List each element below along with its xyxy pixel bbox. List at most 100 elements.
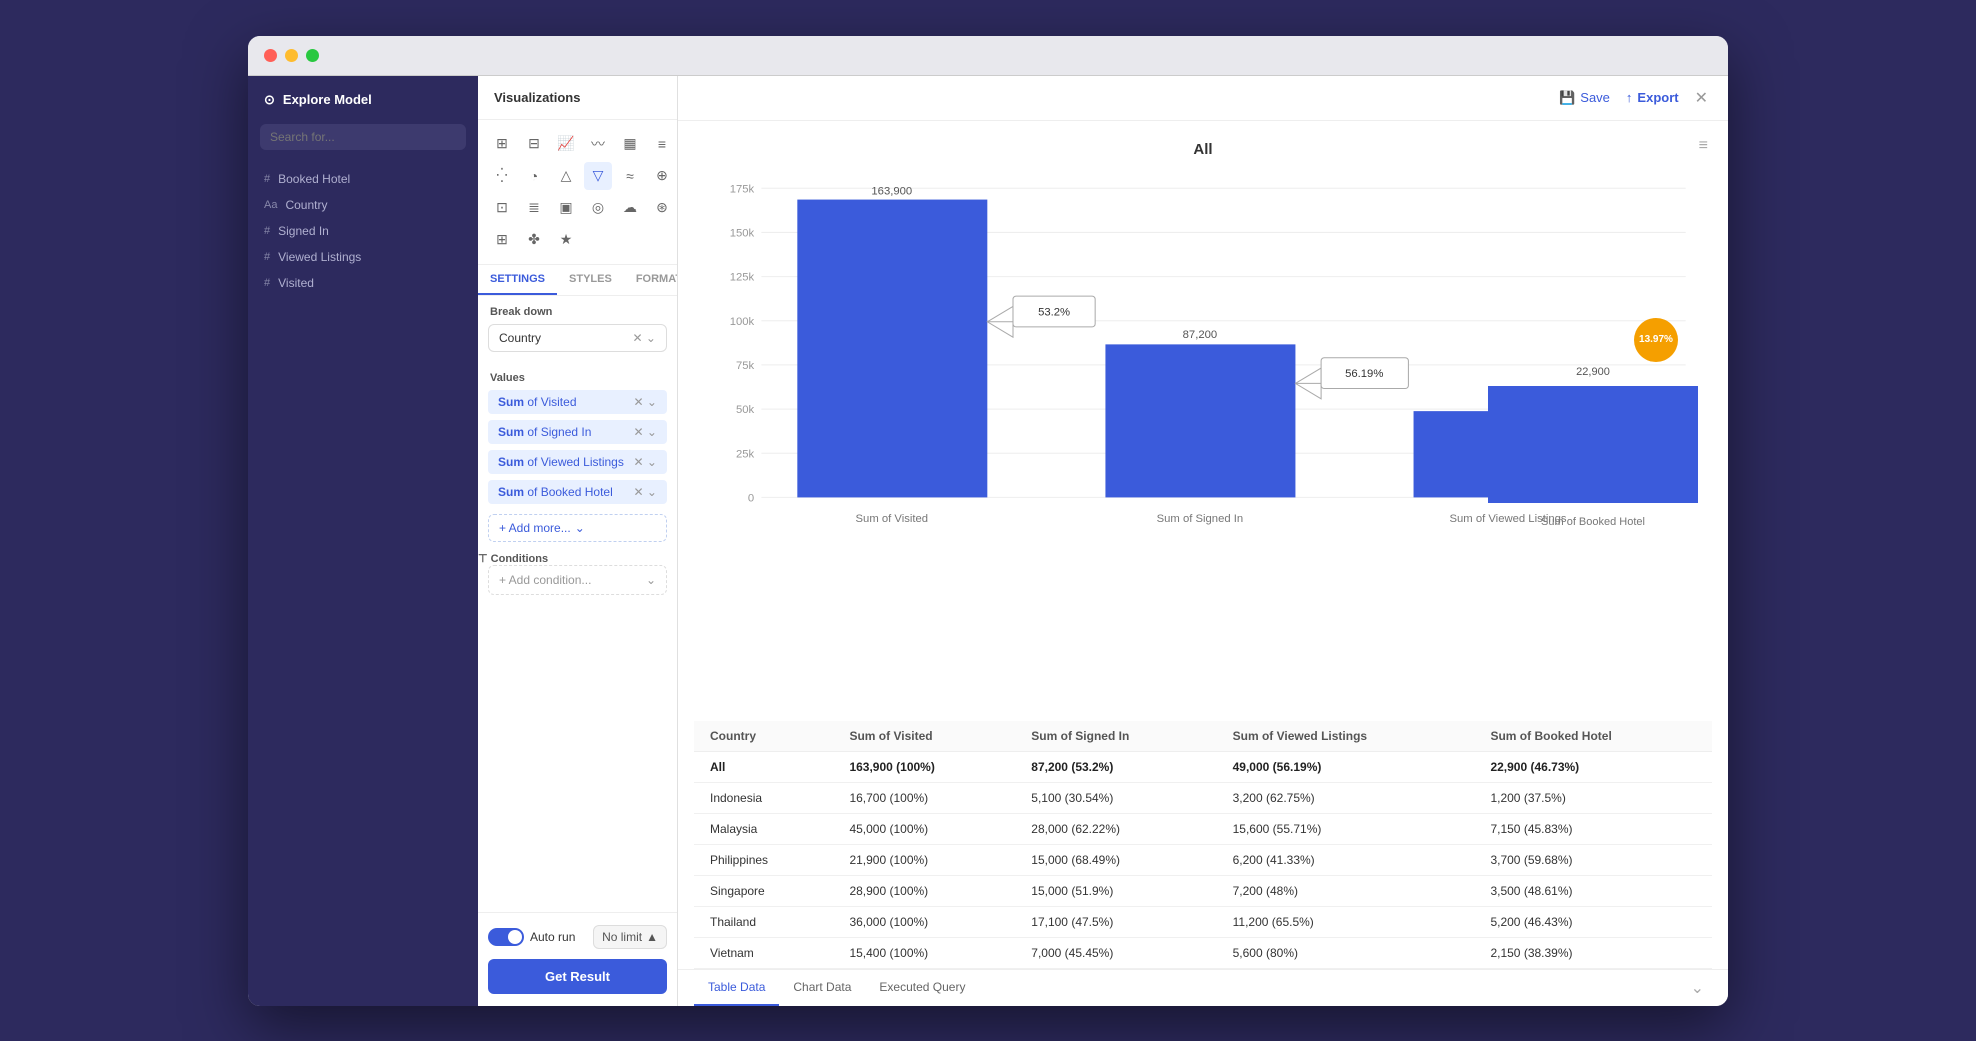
chart-area: All ≡ 175k 150k 125k 100k 75k 50k 25k 0 <box>678 121 1728 721</box>
field-tag-visited[interactable]: Sum of Visited✕ ⌄ <box>488 390 667 414</box>
map-icon[interactable]: ⊕ <box>648 162 676 190</box>
table-row: Indonesia 16,700 (100%) 5,100 (30.54%) 3… <box>694 782 1712 813</box>
area-chart-icon[interactable]: 〰 <box>584 130 612 158</box>
waterfall-icon[interactable]: ≈ <box>616 162 644 190</box>
bar-chart-icon[interactable]: ▦ <box>616 130 644 158</box>
main-window: ⊙ Explore Model #Booked HotelAaCountry#S… <box>248 36 1728 1006</box>
settings-viz-icon[interactable]: ✤ <box>520 226 548 254</box>
pivot-icon[interactable]: ⊟ <box>520 130 548 158</box>
cell-booked: 3,500 (48.61%) <box>1474 875 1712 906</box>
tab-format[interactable]: FORMAT <box>624 265 678 295</box>
data-tab-table-data[interactable]: Table Data <box>694 970 779 1006</box>
right-header: 💾 Save ↑ Export ✕ <box>678 76 1728 121</box>
auto-run-toggle[interactable]: Auto run <box>488 928 575 946</box>
values-label: Values <box>478 362 677 390</box>
sidebar-item-country[interactable]: AaCountry <box>248 192 478 218</box>
chevron-up-icon: ▲ <box>646 930 658 944</box>
add-more-button[interactable]: + Add more... ⌄ <box>488 514 667 542</box>
svg-text:100k: 100k <box>730 315 755 327</box>
minimize-traffic-light[interactable] <box>285 49 298 62</box>
field-tag-label-viewed-listings: Sum of Viewed Listings <box>498 455 624 469</box>
svg-text:0: 0 <box>748 492 754 504</box>
bar-visited[interactable] <box>797 199 987 497</box>
cell-booked: 3,700 (59.68%) <box>1474 844 1712 875</box>
card-icon[interactable]: ▣ <box>552 194 580 222</box>
cell-booked: 2,150 (38.39%) <box>1474 937 1712 968</box>
sidebar-item-booked-hotel[interactable]: #Booked Hotel <box>248 166 478 192</box>
cloud-icon[interactable]: ☁ <box>616 194 644 222</box>
line-chart-icon[interactable]: 📈 <box>552 130 580 158</box>
viz-panel: Visualizations ⊞ ⊟ 📈 〰 ▦ ≡ ⁛ ◔ △ ▽ ≈ ⊕ ⊡… <box>478 76 678 1006</box>
table-row: Malaysia 45,000 (100%) 28,000 (62.22%) 1… <box>694 813 1712 844</box>
cell-visited: 21,900 (100%) <box>833 844 1015 875</box>
field-tag-remove-signed-in[interactable]: ✕ ⌄ <box>634 425 657 439</box>
collapse-button[interactable]: ⌄ <box>1683 970 1712 1006</box>
close-traffic-light[interactable] <box>264 49 277 62</box>
svg-text:53.2%: 53.2% <box>1038 306 1070 318</box>
field-tag-booked-hotel[interactable]: Sum of Booked Hotel✕ ⌄ <box>488 480 667 504</box>
maximize-traffic-light[interactable] <box>306 49 319 62</box>
field-tag-remove-viewed-listings[interactable]: ✕ ⌄ <box>634 455 657 469</box>
scatter-icon[interactable]: ⁛ <box>488 162 516 190</box>
sidebar-item-visited[interactable]: #Visited <box>248 270 478 296</box>
no-limit-label: No limit <box>602 930 642 944</box>
breakdown-clear-icon[interactable]: ✕ ⌄ <box>633 331 656 345</box>
svg-text:75k: 75k <box>736 360 755 372</box>
cell-viewed: 6,200 (41.33%) <box>1217 844 1475 875</box>
col-booked: Sum of Booked Hotel <box>1474 721 1712 752</box>
field-tag-remove-visited[interactable]: ✕ ⌄ <box>634 395 657 409</box>
field-tag-signed-in[interactable]: Sum of Signed In✕ ⌄ <box>488 420 667 444</box>
svg-text:87,200: 87,200 <box>1183 329 1218 341</box>
explore-icon: ⊙ <box>264 92 275 108</box>
tab-settings[interactable]: SETTINGS <box>478 265 557 295</box>
funnel-icon[interactable]: ≡ <box>648 130 676 158</box>
title-bar <box>248 36 1728 76</box>
export-button[interactable]: ↑ Export <box>1626 90 1679 105</box>
add-condition-button[interactable]: + Add condition... ⌄ <box>488 565 667 595</box>
add-condition-label: + Add condition... <box>499 573 591 587</box>
breakdown-field[interactable]: Country ✕ ⌄ <box>488 324 667 352</box>
bar-booked-hotel[interactable]: 22,900 Sum of Booked Hotel <box>1488 386 1698 503</box>
close-button[interactable]: ✕ <box>1695 88 1708 108</box>
sidebar-item-icon-country: Aa <box>264 199 277 211</box>
no-limit-button[interactable]: No limit ▲ <box>593 925 667 949</box>
table-icon[interactable]: ⊞ <box>488 130 516 158</box>
main-content: ⊙ Explore Model #Booked HotelAaCountry#S… <box>248 76 1728 1006</box>
building-icon[interactable]: ⊞ <box>488 226 516 254</box>
tab-styles[interactable]: STYLES <box>557 265 624 295</box>
sidebar-item-viewed-listings[interactable]: #Viewed Listings <box>248 244 478 270</box>
cell-visited: 28,900 (100%) <box>833 875 1015 906</box>
svg-text:163,900: 163,900 <box>871 185 912 197</box>
star-icon[interactable]: ★ <box>552 226 580 254</box>
cell-signed-in: 87,200 (53.2%) <box>1015 751 1216 782</box>
filter-chart-icon[interactable]: ▽ <box>584 162 612 190</box>
traffic-lights <box>264 49 319 62</box>
list-icon[interactable]: ≣ <box>520 194 548 222</box>
bottom-controls: Auto run No limit ▲ Get Result <box>478 912 677 1006</box>
conditions-text: Conditions <box>491 553 548 565</box>
field-tag-remove-booked-hotel[interactable]: ✕ ⌄ <box>634 485 657 499</box>
get-result-button[interactable]: Get Result <box>488 959 667 994</box>
cell-signed-in: 28,000 (62.22%) <box>1015 813 1216 844</box>
triangle-icon[interactable]: △ <box>552 162 580 190</box>
sidebar-item-signed-in[interactable]: #Signed In <box>248 218 478 244</box>
data-tab-chart-data[interactable]: Chart Data <box>779 970 865 1006</box>
data-table-wrapper: Country Sum of Visited Sum of Signed In … <box>678 721 1728 969</box>
auto-run-row: Auto run No limit ▲ <box>488 925 667 949</box>
save-label: Save <box>1580 90 1610 105</box>
save-button[interactable]: 💾 Save <box>1559 90 1610 106</box>
field-tag-viewed-listings[interactable]: Sum of Viewed Listings ✕ ⌄ <box>488 450 667 474</box>
heatmap-icon[interactable]: ⊡ <box>488 194 516 222</box>
gauge-icon[interactable]: ⊛ <box>648 194 676 222</box>
bar-signed-in[interactable] <box>1105 344 1295 497</box>
pie-icon[interactable]: ◔ <box>520 162 548 190</box>
toggle-switch[interactable] <box>488 928 524 946</box>
cell-visited: 16,700 (100%) <box>833 782 1015 813</box>
data-tab-executed-query[interactable]: Executed Query <box>865 970 979 1006</box>
table-body: All 163,900 (100%) 87,200 (53.2%) 49,000… <box>694 751 1712 968</box>
chart-menu-icon[interactable]: ≡ <box>1699 137 1708 155</box>
data-tabs: Table DataChart DataExecuted Query <box>694 970 979 1006</box>
target-icon[interactable]: ◎ <box>584 194 612 222</box>
svg-text:Sum of Visited: Sum of Visited <box>856 513 929 525</box>
search-input[interactable] <box>260 124 466 150</box>
